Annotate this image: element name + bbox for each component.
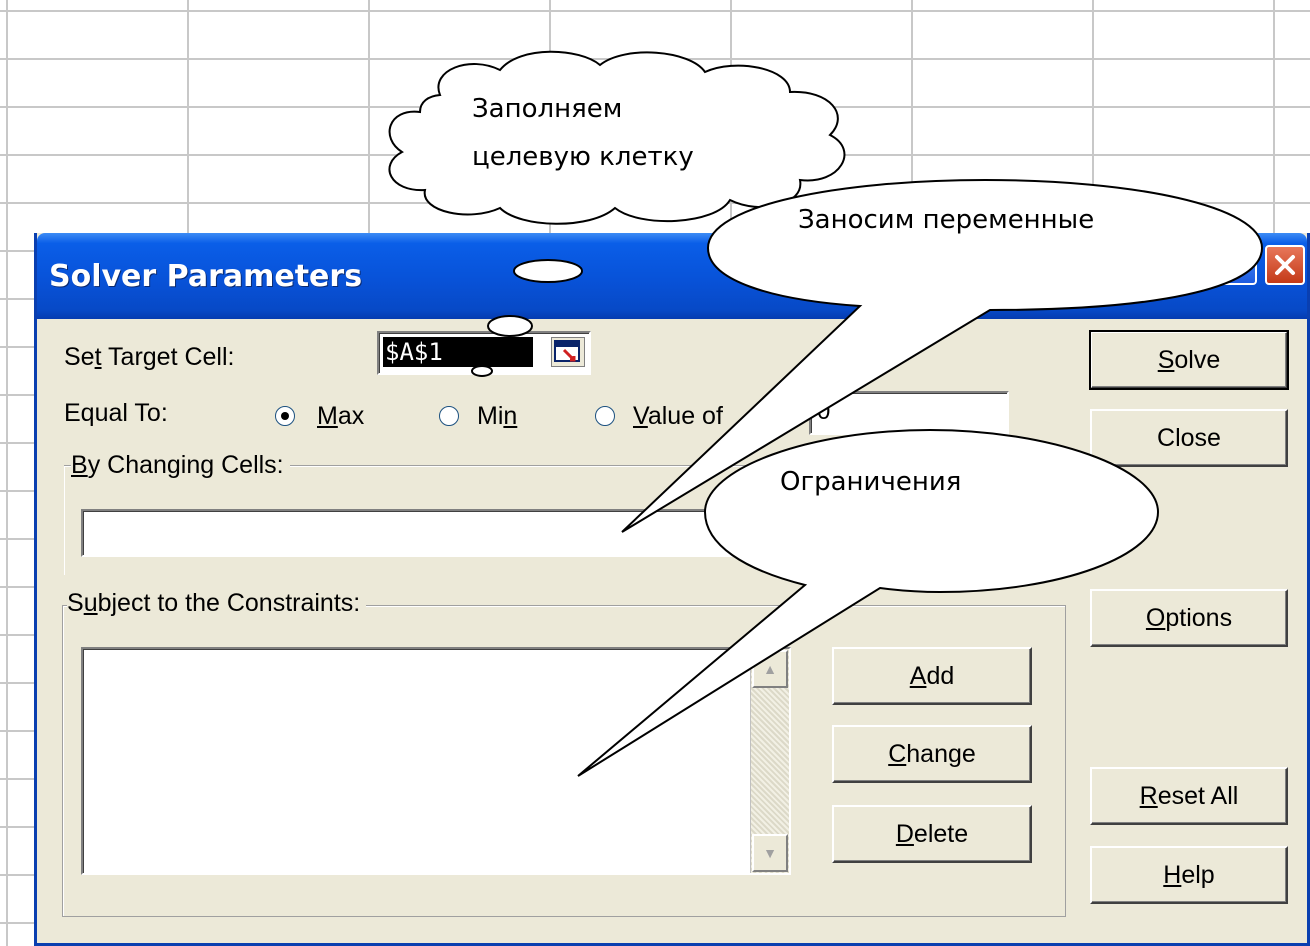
constraints-callout-text: Ограничения: [780, 467, 962, 497]
constraints-label: Subject to the Constraints:: [67, 589, 367, 618]
collapse-dialog-icon[interactable]: [551, 337, 585, 367]
help-button[interactable]: Help: [1090, 846, 1288, 904]
sheet-left-border: [6, 0, 8, 946]
reset-all-button[interactable]: Reset All: [1090, 767, 1288, 825]
max-radio[interactable]: [275, 406, 295, 426]
arrow-down-icon: ▼: [763, 845, 777, 861]
close-title-button[interactable]: [1265, 245, 1305, 285]
options-button[interactable]: Options: [1090, 589, 1288, 647]
constraints-list[interactable]: ▲ ▼: [81, 647, 791, 875]
change-button[interactable]: Change: [832, 725, 1032, 783]
close-button[interactable]: Close: [1090, 409, 1288, 467]
equal-to-label: Equal To:: [64, 399, 168, 427]
max-label[interactable]: Max: [317, 402, 364, 431]
delete-button[interactable]: Delete: [832, 805, 1032, 863]
set-target-cell-label: Set Target Cell:: [64, 343, 235, 371]
close-icon: [1275, 255, 1295, 275]
solver-parameters-dialog: Solver Parameters ? Set Target Cell: $A$…: [34, 233, 1310, 946]
cloud-callout-line2: целевую клетку: [472, 142, 694, 172]
question-icon: ?: [1228, 247, 1246, 283]
min-label[interactable]: Min: [477, 402, 517, 431]
dialog-client-area: Set Target Cell: $A$1 Equal To: Max Min …: [37, 319, 1307, 943]
dialog-title: Solver Parameters: [49, 259, 363, 294]
title-bar[interactable]: Solver Parameters ?: [37, 233, 1307, 319]
solve-button[interactable]: Solve: [1089, 330, 1289, 390]
value-of-label[interactable]: Value of: [633, 402, 723, 431]
value-of-input[interactable]: 0: [809, 391, 1009, 435]
help-title-button[interactable]: ?: [1217, 245, 1257, 285]
target-cell-value: $A$1: [383, 337, 533, 367]
add-button[interactable]: Add: [832, 647, 1032, 705]
changing-cells-label: By Changing Cells:: [71, 451, 290, 480]
arrow-up-icon: ▲: [763, 661, 777, 677]
variables-callout-text: Заносим переменные: [798, 205, 1095, 235]
cloud-callout-line1: Заполняем: [472, 94, 623, 124]
target-cell-input[interactable]: $A$1: [377, 331, 591, 375]
scroll-down-button[interactable]: ▼: [752, 834, 788, 872]
value-of-radio[interactable]: [595, 406, 615, 426]
scroll-up-button[interactable]: ▲: [752, 650, 788, 688]
min-radio[interactable]: [439, 406, 459, 426]
changing-cells-input[interactable]: [81, 509, 821, 557]
